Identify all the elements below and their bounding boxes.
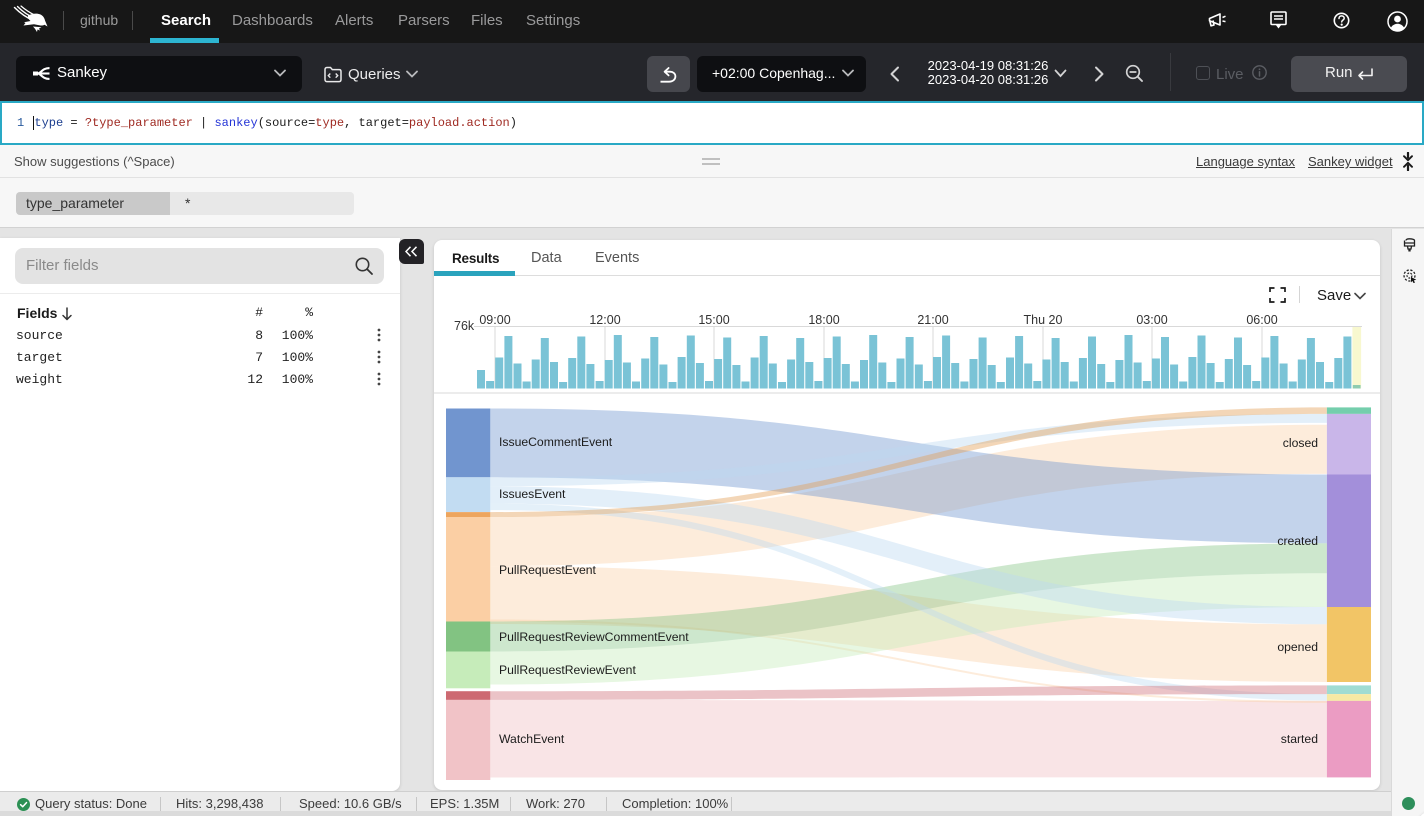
svg-text:PullRequestEvent: PullRequestEvent	[499, 563, 596, 577]
svg-text:IssueCommentEvent: IssueCommentEvent	[499, 435, 613, 449]
svg-text:PullRequestReviewCommentEvent: PullRequestReviewCommentEvent	[499, 630, 689, 644]
svg-text:Thu 20: Thu 20	[1024, 313, 1063, 327]
svg-text:21:00: 21:00	[917, 313, 948, 327]
svg-text:started: started	[1281, 732, 1318, 746]
svg-text:18:00: 18:00	[808, 313, 839, 327]
svg-text:03:00: 03:00	[1136, 313, 1167, 327]
svg-text:09:00: 09:00	[479, 313, 510, 327]
svg-text:WatchEvent: WatchEvent	[499, 732, 565, 746]
svg-text:06:00: 06:00	[1246, 313, 1277, 327]
svg-text:76k: 76k	[454, 319, 475, 333]
svg-text:15:00: 15:00	[698, 313, 729, 327]
svg-text:12:00: 12:00	[589, 313, 620, 327]
svg-text:PullRequestReviewEvent: PullRequestReviewEvent	[499, 663, 636, 677]
svg-text:IssuesEvent: IssuesEvent	[499, 487, 566, 501]
svg-text:opened: opened	[1277, 640, 1318, 654]
svg-text:closed: closed	[1283, 436, 1318, 450]
svg-text:created: created	[1277, 534, 1318, 548]
